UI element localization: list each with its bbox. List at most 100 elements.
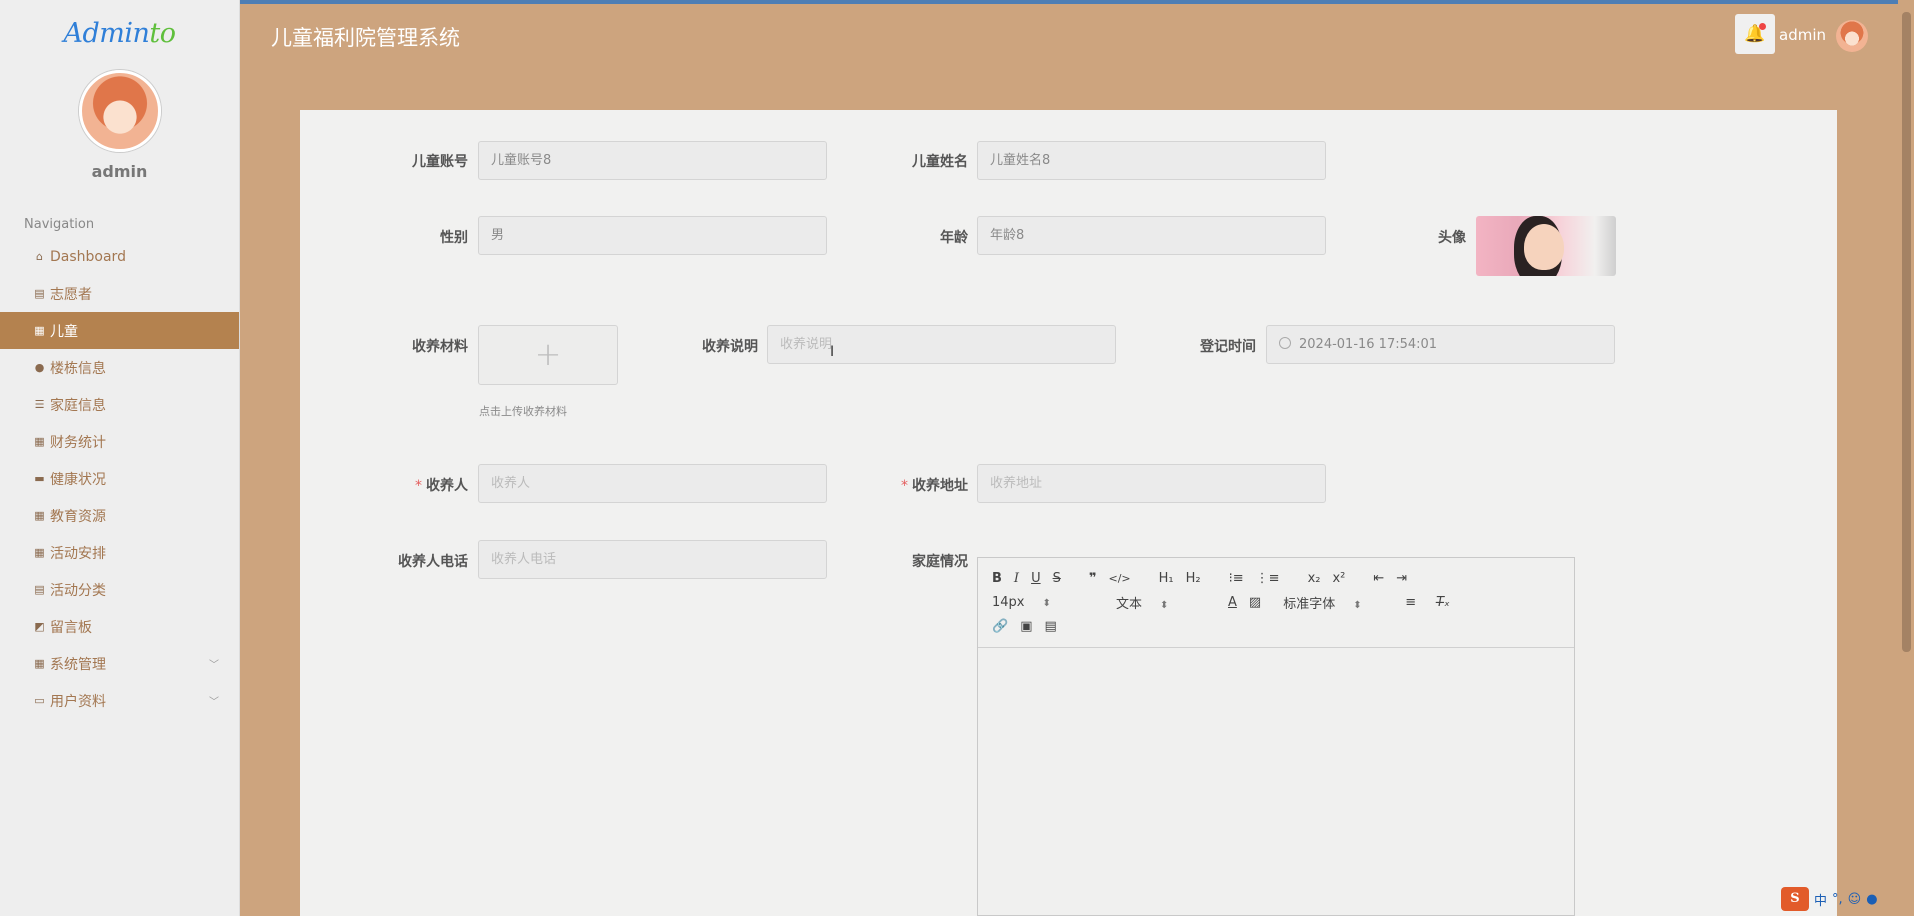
image-icon[interactable]: ▣ [1020,619,1032,634]
sidebar-item-volunteers[interactable]: ▤ 志愿者 [0,275,239,312]
rich-text-editor: B I U S ❞ </> H₁ H₂ ⁝≡ ⋮≡ x₂ x² ⇤ ⇥ 14px… [977,557,1575,916]
paragraph-select[interactable]: 文本 ⬍ [1116,593,1216,612]
scrollbar[interactable] [1898,0,1914,916]
clipboard-icon: ▤ [34,287,45,300]
adopter-address-input[interactable]: 收养地址 [977,464,1326,503]
video-icon[interactable]: ▤ [1044,619,1056,634]
chevron-down-icon: ﹀ [209,697,219,708]
header-avatar[interactable] [1836,20,1868,52]
bold-icon[interactable]: B [992,571,1002,586]
sidebar-item-health[interactable]: ▬ 健康状况 [0,460,239,497]
register-time-label: 登记时间 [1200,339,1256,355]
adoption-note-label: 收养说明 [702,339,758,355]
italic-icon[interactable]: I [1014,571,1019,586]
gender-field[interactable]: 男 [478,216,827,255]
blockquote-icon[interactable]: ❞ [1089,571,1097,586]
font-size-select[interactable]: 14px ⬍ [992,595,1092,610]
child-account-label: 儿童账号 [412,154,468,170]
age-label: 年龄 [940,230,968,246]
editor-content[interactable] [978,648,1574,916]
notification-button[interactable]: 🔔 [1735,14,1775,54]
sidebar-item-finance[interactable]: ▦ 财务统计 [0,423,239,460]
sidebar-item-message-board[interactable]: ◩ 留言板 [0,608,239,645]
grid-icon: ▦ [34,546,45,559]
child-name-label: 儿童姓名 [912,154,968,170]
sidebar-item-education[interactable]: ▦ 教育资源 [0,497,239,534]
underline-icon[interactable]: U [1031,571,1041,586]
nav-section-title: Navigation [24,217,95,232]
plus-icon: + [534,335,562,373]
font-color-icon[interactable]: A [1228,595,1237,610]
clear-format-icon[interactable]: T̶ₓ [1436,595,1450,610]
sidebar-item-system-management[interactable]: ▦ 系统管理 ﹀ [0,645,239,682]
sidebar-item-activities[interactable]: ▦ 活动安排 [0,534,239,571]
grid-icon: ▦ [34,509,45,522]
app-logo[interactable]: Adminto [0,0,239,62]
adopter-phone-input[interactable]: 收养人电话 [478,540,827,579]
age-field[interactable]: 年龄8 [977,216,1326,255]
user-icon: ● [1866,891,1878,907]
app-title: 儿童福利院管理系统 [271,26,460,50]
adopter-input[interactable]: 收养人 [478,464,827,503]
indent-icon[interactable]: ⇥ [1396,571,1407,586]
ordered-list-icon[interactable]: ⁝≡ [1229,571,1244,586]
background-color-icon[interactable]: ▨ [1249,595,1261,610]
sidebar-item-user-profile[interactable]: ▭ 用户资料 ﹀ [0,682,239,719]
required-mark: * [901,478,908,494]
header-user-name[interactable]: admin [1779,26,1826,44]
adoption-material-label: 收养材料 [412,339,468,355]
emoji-icon: ☺ [1847,891,1862,907]
avatar-label: 头像 [1438,230,1466,246]
scrollbar-thumb[interactable] [1902,12,1911,652]
font-family-select[interactable]: 标准字体 ⬍ [1283,593,1393,612]
adopter-address-label: * 收养地址 [901,478,968,494]
sidebar: Adminto admin Navigation ⌂ Dashboard ▤ 志愿者… [0,0,240,916]
outdent-icon[interactable]: ⇤ [1373,571,1384,586]
grid-icon: ▦ [34,324,45,337]
sidebar-item-children[interactable]: ▦ 儿童 [0,312,239,349]
superscript-icon[interactable]: x² [1332,571,1345,586]
sidebar-user-name: admin [91,162,148,181]
sidebar-item-activity-categories[interactable]: ▤ 活动分类 [0,571,239,608]
sidebar-item-families[interactable]: ☰ 家庭信息 [0,386,239,423]
gender-label: 性别 [440,230,468,246]
code-icon[interactable]: </> [1108,572,1130,585]
briefcase-icon: ▬ [34,472,45,485]
child-avatar-image[interactable] [1476,216,1616,276]
grid-icon: ▦ [34,657,45,670]
upload-hint: 点击上传收养材料 [479,405,567,418]
bullet-list-icon[interactable]: ⋮≡ [1256,571,1280,586]
adopter-phone-label: 收养人电话 [398,554,468,570]
clock-icon [1279,337,1291,349]
child-account-field[interactable]: 儿童账号8 [478,141,827,180]
register-time-field[interactable]: 2024-01-16 17:54:01 [1266,325,1615,364]
punctuation-icon: °, [1832,891,1843,907]
chart-icon: ◩ [34,620,45,633]
link-icon[interactable]: 🔗 [992,619,1008,634]
editor-toolbar: B I U S ❞ </> H₁ H₂ ⁝≡ ⋮≡ x₂ x² ⇤ ⇥ 14px… [978,558,1574,648]
grid-icon: ▦ [34,435,45,448]
card-icon: ▭ [34,694,45,707]
upload-button[interactable]: + [478,325,618,385]
strike-icon[interactable]: S [1053,571,1061,586]
adoption-note-input[interactable]: 收养说明 [767,325,1116,364]
subscript-icon[interactable]: x₂ [1308,571,1321,586]
top-header: 儿童福利院管理系统 🔔 admin [240,0,1914,75]
notification-dot [1759,23,1766,30]
adopter-label: * 收养人 [415,478,468,494]
clipboard-icon: ▤ [34,583,45,596]
text-cursor-icon: I [830,344,835,360]
required-mark: * [415,478,422,494]
ime-toolbar[interactable]: S 中 °, ☺ ● [1781,886,1898,912]
heading2-icon[interactable]: H₂ [1186,571,1201,586]
sogou-ime-icon: S [1781,887,1809,911]
child-name-field[interactable]: 儿童姓名8 [977,141,1326,180]
family-situation-label: 家庭情况 [912,554,968,570]
align-icon[interactable]: ≡ [1405,595,1416,610]
heading1-icon[interactable]: H₁ [1159,571,1174,586]
sidebar-item-dashboard[interactable]: ⌂ Dashboard [0,238,239,275]
sliders-icon: ☰ [34,398,45,411]
chevron-down-icon: ﹀ [209,660,219,671]
sidebar-avatar [78,70,161,152]
sidebar-item-buildings[interactable]: ● 楼栋信息 [0,349,239,386]
